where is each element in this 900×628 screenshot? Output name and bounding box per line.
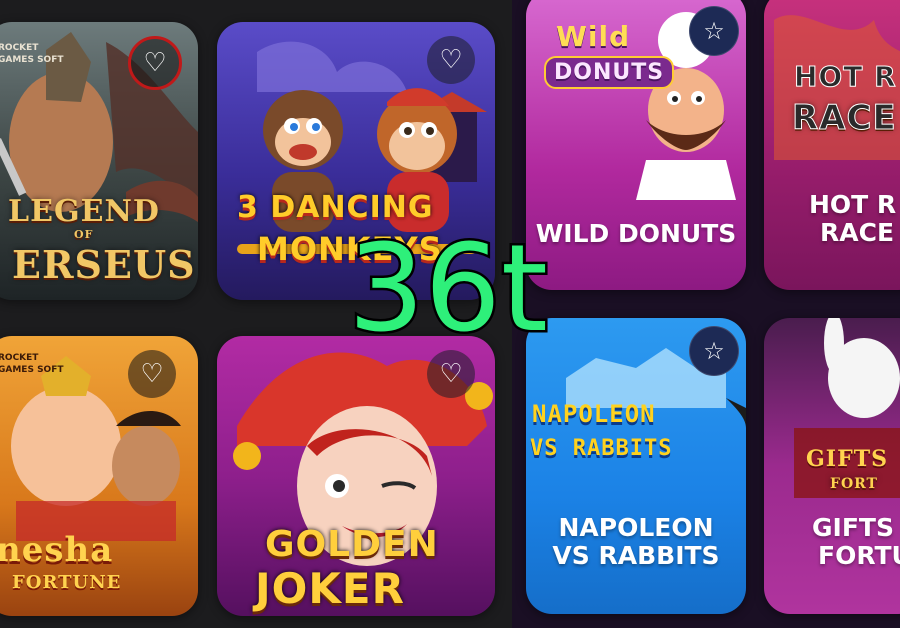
game-title-label-line2: VS RABBITS [552,541,720,570]
rocket-games-badge: ROCKET GAMES SOFT [0,43,64,65]
game-title-label-line1: NAPOLEON [558,513,714,542]
gifts-logo-line2: FORT [830,476,878,492]
favorite-star-icon[interactable]: ☆ [689,6,739,56]
favorite-heart-icon[interactable]: ♡ [128,350,176,398]
game-title-label-line1: GIFTS [812,513,894,542]
hot-rod-logo-line2: RACE [792,98,897,139]
game-title-label-line1: HOT R [809,190,897,219]
favorite-star-icon[interactable]: ☆ [689,326,739,376]
game-title-label-line2: FORTU [818,541,900,570]
gifts-logo-line1: GIFTS [806,446,888,472]
game-tile-golden-joker[interactable]: GOLDEN JOKER ♡ [217,336,495,616]
napoleon-logo-line1: NAPOLEON [532,400,656,428]
game-logo-line2: ERSEUS [12,242,196,287]
napoleon-logo-line2: VS RABBITS [530,436,673,461]
wild-donuts-logo-line1: Wild [556,20,631,53]
game-logo-of: OF [74,228,94,241]
rocket-games-badge: ROCKET GAMES SOFT [0,353,64,375]
game-title-label-line2: RACE [820,218,895,247]
game-tile-ganesha-fortune[interactable]: nesha FORTUNE ROCKET GAMES SOFT ♡ [0,336,198,616]
game-tile-gifts-of-fortune[interactable]: GIFTS FORT GIFTS FORTU [764,318,900,614]
watermark-text: 36t [346,218,551,362]
game-logo-line1: nesha [0,530,114,570]
favorite-heart-icon[interactable]: ♡ [427,36,475,84]
game-tile-hot-rod-racer[interactable]: HOT R RACE HOT R RACE [764,0,900,290]
wild-donuts-logo-line2: DONUTS [544,56,675,89]
game-logo-line1: GOLDEN [265,524,439,565]
game-tile-legend-of-perseus[interactable]: LEGEND OF ERSEUS ROCKET GAMES SOFT ♡ [0,22,198,300]
hot-rod-logo-line1: HOT R [794,60,897,94]
game-logo-line1: LEGEND [8,194,160,229]
game-logo-line2: FORTUNE [12,572,122,593]
game-logo-line2: JOKER [255,564,405,613]
favorite-heart-icon[interactable]: ♡ [128,36,182,90]
